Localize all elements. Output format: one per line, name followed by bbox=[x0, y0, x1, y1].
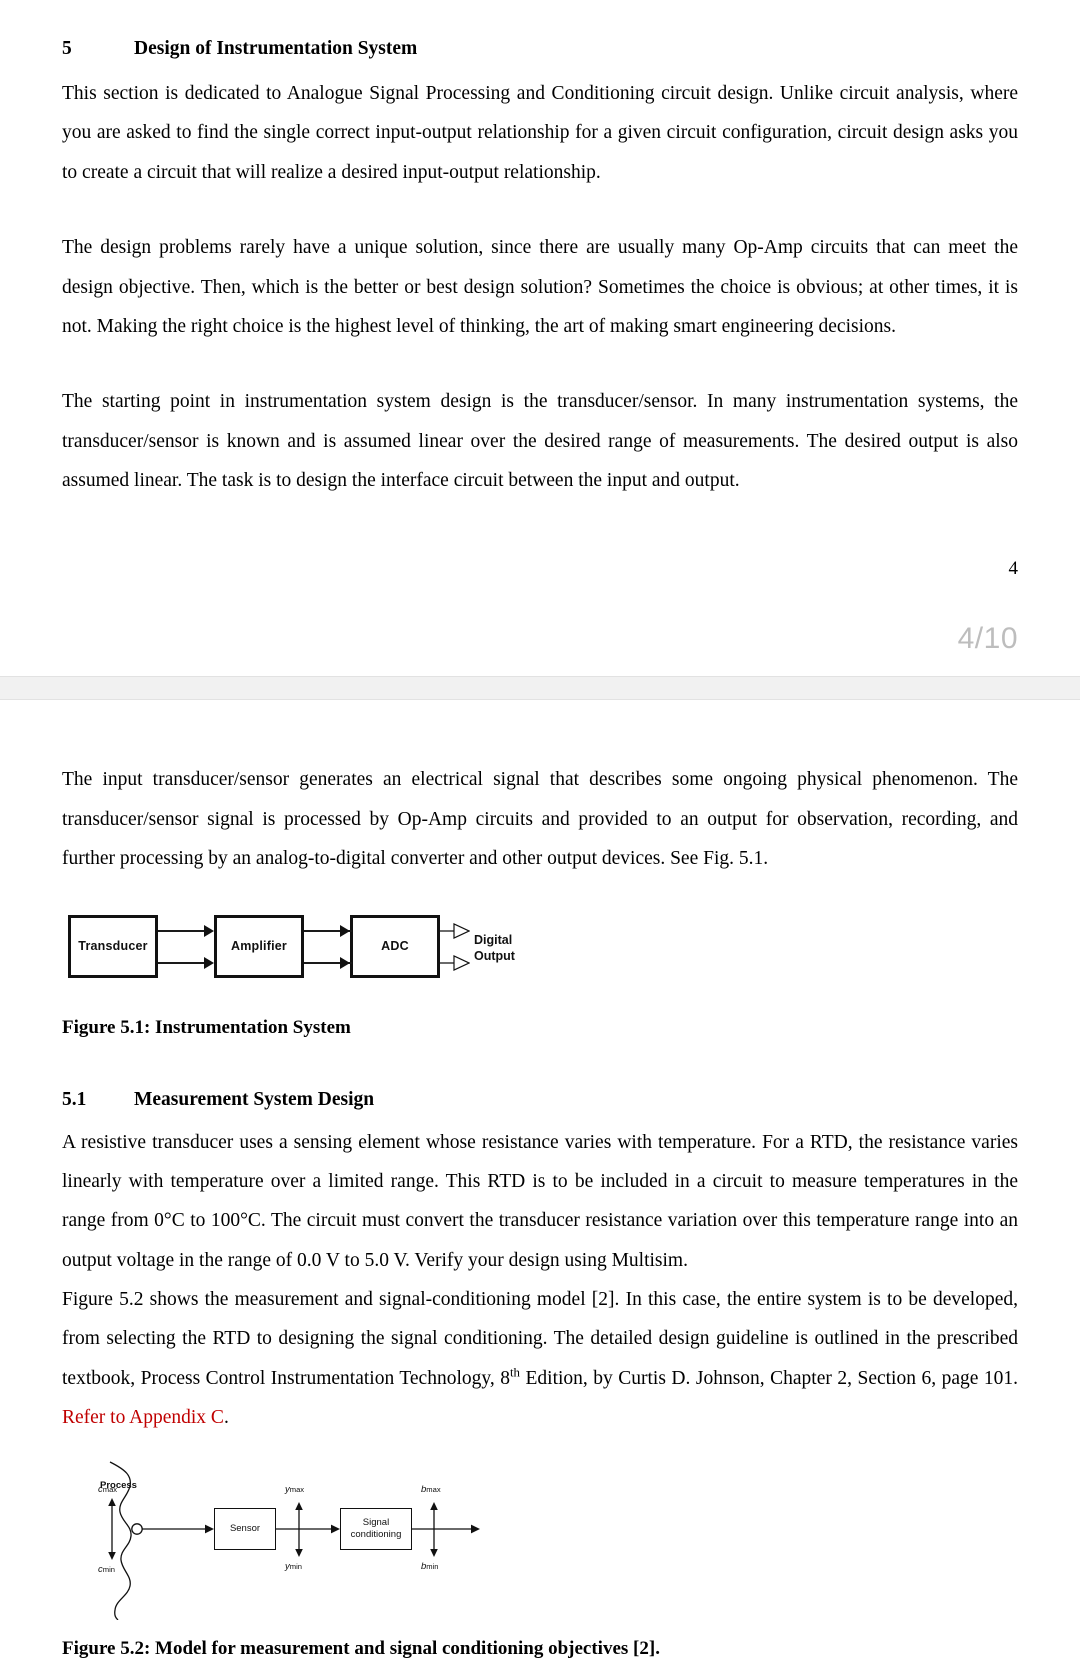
block-adc-label: ADC bbox=[381, 939, 409, 953]
arrowhead-amp-adc-bottom bbox=[340, 956, 350, 969]
b-min-subscript: min bbox=[426, 1561, 439, 1571]
paragraph-design-problems: The design problems rarely have a unique… bbox=[62, 237, 1018, 337]
section-title: Design of Instrumentation System bbox=[134, 38, 418, 59]
c-max-label: cmax bbox=[98, 1484, 117, 1495]
c-max-arrowhead bbox=[108, 1497, 116, 1506]
paragraph-input-transducer: The input transducer/sensor generates an… bbox=[62, 769, 1018, 870]
y-max-label: ymax bbox=[285, 1484, 304, 1495]
arrowhead-transducer-amp-top bbox=[204, 924, 214, 937]
c-min-subscript: min bbox=[102, 1564, 115, 1574]
y-max-subscript: max bbox=[289, 1484, 305, 1494]
paragraph-intro-design: This section is dedicated to Analogue Si… bbox=[62, 83, 1018, 183]
arrowhead-amp-adc-top bbox=[340, 924, 350, 937]
figure-5-2-caption: Figure 5.2: Model for measurement and si… bbox=[62, 1637, 660, 1659]
appendix-c-reference: Refer to Appendix C bbox=[62, 1407, 224, 1429]
paragraph-part-2: Edition, by Curtis D. Johnson, Chapter 2… bbox=[520, 1367, 1018, 1389]
arrowhead-transducer-amp-bottom bbox=[204, 956, 214, 969]
subsection-number: 5.1 bbox=[62, 1088, 87, 1110]
digital-output-line2: Output bbox=[474, 949, 515, 964]
paragraph-resistive-transducer: A resistive transducer uses a sensing el… bbox=[62, 1131, 1018, 1271]
c-max-subscript: max bbox=[102, 1484, 118, 1494]
box-signal-conditioning: Signal conditioning bbox=[340, 1507, 412, 1550]
figure-5-2-diagram: Sensor Signal conditioning Process cmax bbox=[82, 1460, 482, 1620]
y-max-arrowhead bbox=[295, 1501, 303, 1510]
wire-transducer-amp-top bbox=[158, 929, 206, 932]
document-page-5: The input transducer/sensor generates an… bbox=[0, 700, 1080, 1680]
signal-conditioning-line1: Signal bbox=[362, 1516, 390, 1528]
paragraph-starting-point: The starting point in instrumentation sy… bbox=[62, 391, 1018, 491]
signal-conditioning-line2: conditioning bbox=[350, 1528, 402, 1540]
b-max-label: bmax bbox=[421, 1484, 441, 1495]
wire-transducer-amp-bottom bbox=[158, 961, 206, 964]
digital-output-label: Digital Output bbox=[474, 932, 515, 966]
paragraph-end-period: . bbox=[223, 1407, 229, 1429]
page-counter: 4/10 bbox=[957, 622, 1018, 656]
section-heading-5: 5 Design of Instrumentation System bbox=[62, 38, 1018, 60]
y-min-arrowhead bbox=[295, 1548, 303, 1557]
b-max-subscript: max bbox=[426, 1484, 441, 1494]
block-transducer: Transducer bbox=[68, 914, 158, 978]
page-number-footer: 4 bbox=[1008, 558, 1019, 580]
open-arrow-digital-output-bottom bbox=[440, 954, 470, 971]
process-variable-node bbox=[131, 1522, 143, 1535]
page-separator bbox=[0, 676, 1080, 701]
y-min-label: ymin bbox=[285, 1561, 302, 1572]
arrowhead-process-sensor bbox=[205, 1524, 214, 1533]
block-adc: ADC bbox=[350, 914, 440, 978]
document-page-4: 5 Design of Instrumentation System This … bbox=[0, 0, 1080, 677]
paragraph-figure-5-2-reference: Figure 5.2 shows the measurement and sig… bbox=[62, 1280, 1018, 1438]
block-transducer-label: Transducer bbox=[78, 939, 148, 953]
open-arrow-digital-output-top bbox=[440, 922, 470, 939]
block-amplifier-label: Amplifier bbox=[231, 939, 287, 953]
edition-superscript: th bbox=[509, 1365, 520, 1380]
section-heading-5-1: 5.1 Measurement System Design bbox=[62, 1089, 1018, 1111]
b-min-arrowhead bbox=[430, 1548, 438, 1557]
y-min-subscript: min bbox=[289, 1561, 302, 1571]
b-min-label: bmin bbox=[421, 1561, 439, 1572]
section-number: 5 bbox=[62, 38, 72, 59]
c-min-label: cmin bbox=[98, 1564, 115, 1575]
figure-5-1-diagram: Transducer Amplifier ADC Digital Output bbox=[68, 914, 538, 995]
box-sensor: Sensor bbox=[214, 1507, 276, 1550]
c-min-arrowhead bbox=[108, 1551, 116, 1560]
digital-output-line1: Digital bbox=[474, 932, 513, 947]
arrowhead-sensor-conditioning bbox=[331, 1524, 340, 1533]
figure-5-1-caption: Figure 5.1: Instrumentation System bbox=[62, 1016, 351, 1038]
subsection-title: Measurement System Design bbox=[134, 1088, 375, 1110]
block-amplifier: Amplifier bbox=[214, 914, 304, 978]
box-sensor-label: Sensor bbox=[229, 1522, 261, 1534]
b-max-arrowhead bbox=[430, 1501, 438, 1510]
arrowhead-conditioning-output bbox=[471, 1524, 480, 1533]
box-signal-conditioning-label: Signal conditioning bbox=[351, 1517, 402, 1541]
